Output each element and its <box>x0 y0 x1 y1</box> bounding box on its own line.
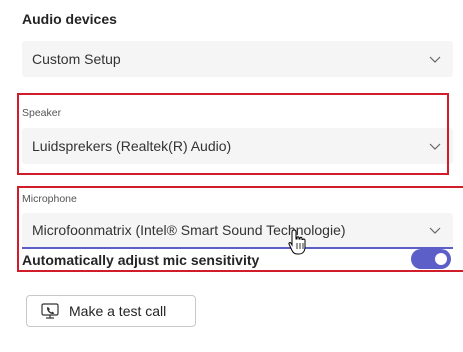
hand-cursor-icon <box>288 229 306 255</box>
microphone-label: Microphone <box>22 193 77 205</box>
speaker-value: Luidsprekers (Realtek(R) Audio) <box>32 138 232 154</box>
make-test-call-button[interactable]: Make a test call <box>26 295 196 327</box>
toggle-knob <box>435 253 447 265</box>
device-setup-value: Custom Setup <box>32 51 121 67</box>
chevron-down-icon <box>429 56 441 63</box>
microphone-dropdown[interactable]: Microfoonmatrix (Intel® Smart Sound Tech… <box>22 213 453 249</box>
test-call-icon <box>41 303 59 319</box>
device-setup-dropdown[interactable]: Custom Setup <box>22 41 453 77</box>
speaker-dropdown[interactable]: Luidsprekers (Realtek(R) Audio) <box>22 128 453 164</box>
auto-adjust-label: Automatically adjust mic sensitivity <box>22 252 260 268</box>
audio-devices-title: Audio devices <box>22 11 117 27</box>
chevron-down-icon <box>429 227 441 234</box>
speaker-label: Speaker <box>22 107 62 119</box>
chevron-down-icon <box>429 143 441 150</box>
auto-adjust-toggle[interactable] <box>411 249 451 269</box>
microphone-value: Microfoonmatrix (Intel® Smart Sound Tech… <box>32 222 346 238</box>
make-test-call-label: Make a test call <box>69 303 167 319</box>
